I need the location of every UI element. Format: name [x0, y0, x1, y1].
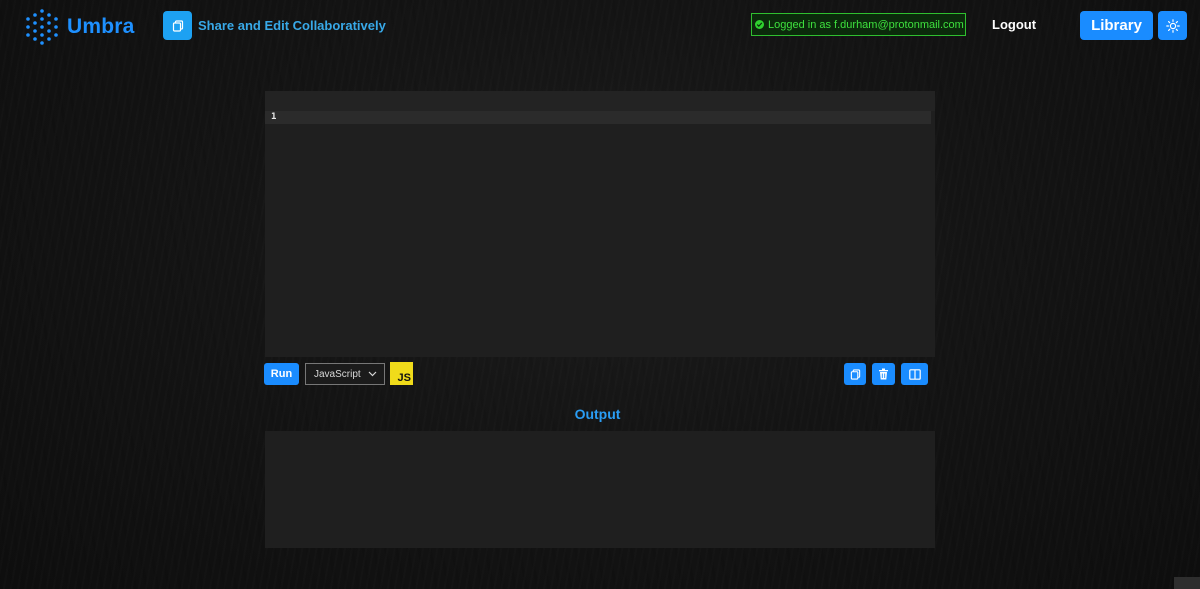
javascript-badge: JS	[390, 362, 413, 385]
trash-icon	[879, 368, 888, 380]
active-line[interactable]: 1	[265, 111, 931, 124]
split-view-button[interactable]	[901, 363, 928, 385]
login-status-badge: Logged in as f.durham@protonmail.com	[751, 13, 966, 36]
chevron-down-icon	[368, 371, 377, 377]
logout-link[interactable]: Logout	[992, 17, 1036, 32]
line-number: 1	[271, 112, 277, 122]
theme-toggle-button[interactable]	[1158, 11, 1187, 40]
output-title: Output	[574, 406, 621, 422]
language-select[interactable]: JavaScript	[305, 363, 385, 385]
sun-icon	[1165, 18, 1180, 33]
split-view-icon	[908, 368, 921, 380]
library-button[interactable]: Library	[1080, 11, 1153, 40]
copy-icon	[172, 19, 183, 32]
top-header: Umbra Share and Edit Collaboratively Log…	[0, 0, 1200, 52]
run-button[interactable]: Run	[264, 363, 299, 385]
check-circle-icon	[755, 20, 764, 29]
clear-code-button[interactable]	[872, 363, 895, 385]
hexagon-dots-logo-icon	[26, 9, 58, 45]
share-collab[interactable]: Share and Edit Collaboratively	[163, 11, 386, 40]
code-editor[interactable]: 1	[265, 91, 935, 357]
share-button[interactable]	[163, 11, 192, 40]
brand-name: Umbra	[67, 15, 135, 38]
share-label[interactable]: Share and Edit Collaboratively	[198, 18, 386, 33]
corner-widget	[1174, 577, 1200, 589]
language-select-value: JavaScript	[314, 368, 361, 380]
editor-top-bar	[265, 91, 935, 111]
output-panel	[265, 431, 935, 548]
copy-code-button[interactable]	[844, 363, 866, 385]
brand-logo[interactable]: Umbra	[23, 7, 135, 47]
login-status-text: Logged in as f.durham@protonmail.com	[768, 18, 964, 31]
copy-icon	[850, 368, 860, 380]
